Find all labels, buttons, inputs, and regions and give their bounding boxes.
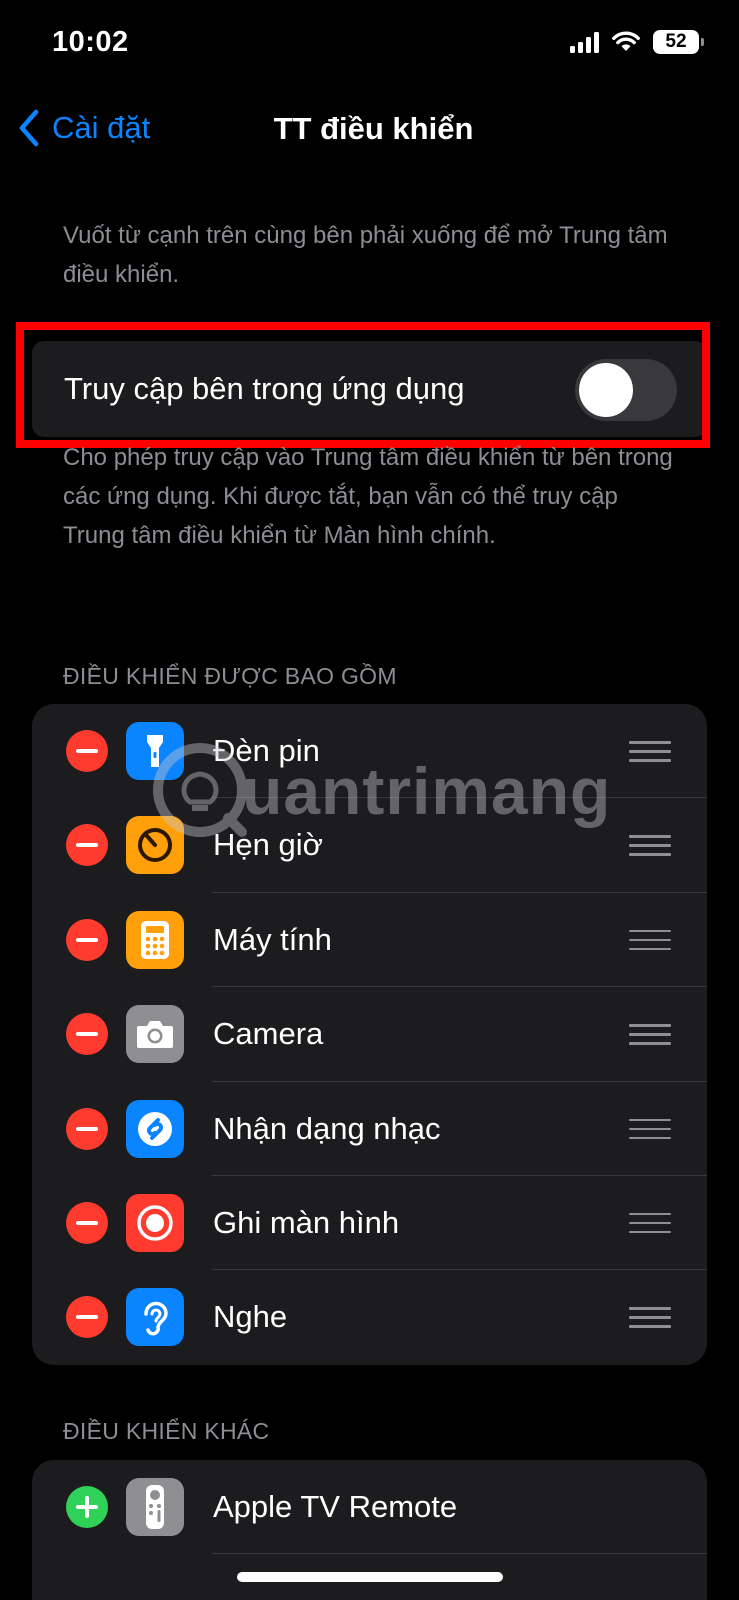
item-label: Máy tính — [213, 921, 332, 957]
remove-button[interactable] — [66, 824, 108, 867]
list-item: Camera — [32, 987, 707, 1082]
list-item: Hẹn giờ — [32, 798, 707, 893]
access-footer-description: Cho phép truy cập vào Trung tâm điều khi… — [63, 444, 673, 549]
screen-record-icon — [126, 1193, 184, 1252]
battery-level: 52 — [665, 31, 687, 52]
back-button[interactable]: Cài đặt — [18, 109, 150, 147]
status-bar: 10:02 52 — [0, 0, 739, 90]
item-label: Ghi màn hình — [213, 1204, 400, 1240]
remove-button[interactable] — [66, 1201, 108, 1244]
cellular-signal-icon — [570, 31, 599, 53]
list-item: Ghi màn hình — [32, 1176, 707, 1271]
reorder-handle[interactable] — [629, 929, 671, 952]
list-item: Nghe — [32, 1270, 707, 1364]
reorder-handle[interactable] — [629, 1307, 671, 1329]
remove-button[interactable] — [66, 730, 108, 772]
home-indicator[interactable] — [237, 1572, 503, 1582]
back-label: Cài đặt — [52, 110, 151, 145]
highlight-box — [16, 322, 710, 448]
navigation-bar: TT điều khiển Cài đặt — [0, 95, 739, 165]
item-label: Apple TV Remote — [213, 1489, 458, 1524]
remove-button[interactable] — [66, 1107, 108, 1150]
add-button[interactable] — [66, 1486, 108, 1528]
battery-icon: 52 — [653, 30, 704, 54]
chevron-left-icon — [19, 109, 39, 147]
hearing-icon — [126, 1288, 184, 1347]
list-item: Nhận dạng nhạc — [32, 1082, 707, 1176]
item-label: Đèn pin — [213, 733, 320, 768]
remove-button[interactable] — [66, 918, 108, 961]
item-label: Nhận dạng nhạc — [213, 1110, 441, 1146]
remove-button[interactable] — [66, 1296, 108, 1339]
status-time: 10:02 — [52, 26, 129, 58]
more-controls-header: ĐIỀU KHIỂN KHÁC — [63, 1418, 270, 1444]
calculator-icon — [126, 910, 184, 969]
item-label: Hẹn giờ — [213, 827, 323, 863]
apple-tv-remote-icon — [126, 1478, 184, 1536]
included-controls-header: ĐIỀU KHIỂN ĐƯỢC BAO GỒM — [63, 663, 397, 689]
intro-description: Vuốt từ cạnh trên cùng bên phải xuống để… — [63, 222, 668, 288]
timer-icon — [126, 816, 184, 875]
list-item: Đèn pin — [32, 704, 707, 799]
wifi-icon — [612, 31, 640, 51]
shazam-icon — [126, 1099, 184, 1158]
reorder-handle[interactable] — [629, 1212, 671, 1235]
reorder-handle[interactable] — [629, 835, 671, 857]
included-controls-list: Đèn pin Hẹn giờ Máy tính Camera Nhận dạn… — [32, 704, 707, 1365]
reorder-handle[interactable] — [629, 1024, 671, 1046]
reorder-handle[interactable] — [629, 741, 671, 763]
reorder-handle[interactable] — [629, 1118, 671, 1141]
list-item: Máy tính — [32, 893, 707, 988]
flashlight-icon — [126, 722, 184, 780]
remove-button[interactable] — [66, 1013, 108, 1056]
camera-icon — [126, 1005, 184, 1064]
list-item: Apple TV Remote — [32, 1460, 707, 1555]
item-label: Camera — [213, 1016, 324, 1052]
status-icons: 52 — [570, 30, 704, 54]
item-label: Nghe — [213, 1299, 288, 1335]
